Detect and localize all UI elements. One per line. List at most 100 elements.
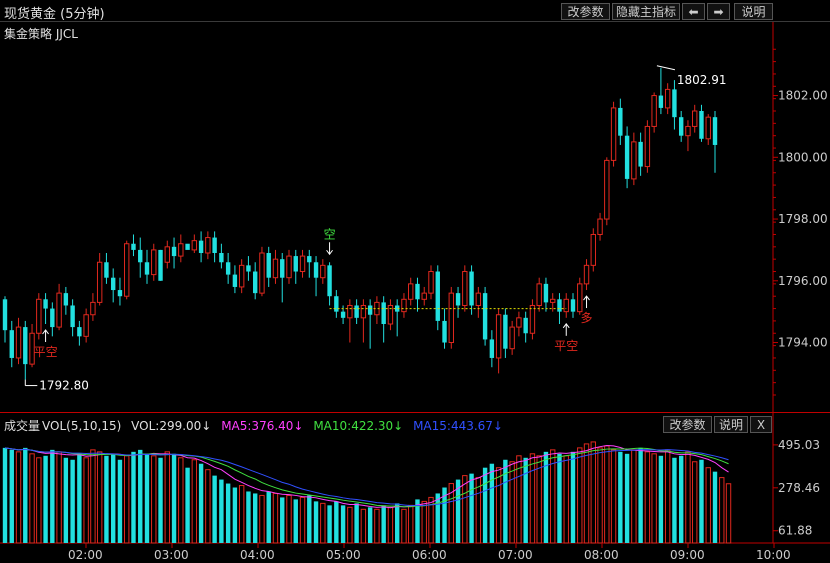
volume-bar — [124, 455, 130, 544]
volume-bar — [334, 501, 339, 543]
candle-body — [219, 253, 224, 263]
candle-body — [138, 249, 143, 263]
candle-body — [15, 326, 22, 359]
candle-body — [455, 293, 461, 306]
candle-body — [56, 292, 62, 328]
volume-bar — [2, 447, 8, 543]
candle-body — [529, 304, 536, 334]
candle-body — [9, 330, 14, 358]
candle-body — [563, 298, 569, 313]
volume-bar — [705, 467, 711, 544]
volume-bar — [590, 441, 596, 544]
candle-body — [401, 298, 407, 313]
volume-bar — [138, 449, 143, 543]
candle-body — [503, 314, 508, 349]
candle-body — [238, 264, 245, 288]
price-tick-label: 1796.00 — [778, 274, 828, 288]
candle-body — [334, 296, 339, 312]
volume-bar — [354, 503, 359, 543]
volume-bar — [381, 505, 386, 543]
volume-bar — [387, 506, 394, 544]
volume-tick-label: 278.46 — [778, 481, 820, 495]
candle-body — [610, 107, 617, 161]
candle-body — [185, 243, 190, 250]
candle-body — [225, 262, 231, 275]
candle-body — [280, 259, 285, 278]
candle-body — [178, 243, 184, 257]
volume-bar — [77, 453, 82, 543]
volume-bar — [509, 461, 515, 544]
candle-body — [685, 125, 691, 137]
volume-bar — [50, 449, 55, 543]
time-tick-label: 09:00 — [670, 548, 705, 562]
volume-bar — [238, 485, 245, 544]
candle-body — [415, 283, 420, 300]
volume-bar — [212, 475, 217, 543]
volume-bar — [23, 447, 28, 543]
volume-bar — [83, 457, 89, 544]
volume-bar — [712, 471, 718, 543]
candle-body — [678, 117, 684, 136]
volume-bar — [151, 455, 157, 544]
high-marker-line — [656, 65, 676, 71]
candle-body — [347, 304, 353, 319]
time-tick-label: 04:00 — [240, 548, 275, 562]
volume-tick-label: 495.03 — [778, 438, 820, 452]
candle-body — [354, 305, 359, 318]
candle-body — [77, 327, 82, 337]
volume-bar — [266, 491, 271, 543]
volume-bar — [563, 455, 569, 544]
candle-body — [259, 252, 265, 294]
time-tick-label: 08:00 — [584, 548, 619, 562]
signal-label: 空 — [324, 227, 336, 241]
candle-body — [509, 326, 515, 350]
volume-bar — [672, 457, 677, 543]
volume-bar — [664, 449, 671, 544]
candle-body — [570, 299, 576, 312]
volume-bar — [164, 451, 170, 544]
candle-body — [293, 256, 298, 272]
price-tick-label: 1802.00 — [778, 89, 828, 103]
volume-bar — [340, 505, 346, 543]
candle-body — [381, 302, 386, 324]
volume-bar — [225, 483, 231, 543]
volume-bar — [725, 483, 732, 544]
candlestick-chart: 1802.00 1800.00 1798.00 1796.00 1794.00 1802.… — [0, 22, 830, 562]
candle-body — [712, 117, 718, 145]
volume-bar — [232, 487, 238, 543]
volume-bar — [523, 457, 528, 543]
candle-body — [462, 271, 468, 306]
candle-body — [90, 301, 96, 316]
volume-bar — [96, 451, 103, 544]
volume-bar — [495, 467, 502, 544]
candle-body — [212, 237, 217, 253]
volume-bar — [604, 445, 610, 544]
volume-bar — [394, 503, 400, 543]
candle-body — [205, 237, 211, 254]
volume-bar — [678, 455, 684, 543]
candle-body — [83, 314, 89, 337]
candle-body — [495, 314, 502, 359]
volume-bar — [597, 447, 603, 544]
volume-bar — [658, 455, 664, 543]
volume-bar — [178, 457, 184, 544]
volume-bar — [70, 459, 75, 543]
volume-bar — [489, 463, 495, 543]
volume-bar — [280, 497, 285, 543]
candle-body — [624, 135, 630, 179]
volume-bar — [651, 453, 657, 544]
volume-bar — [36, 457, 42, 544]
candle-body — [198, 240, 204, 253]
volume-bar — [90, 449, 96, 544]
candle-body — [543, 283, 549, 303]
low-value-label: 1792.80 — [39, 379, 89, 393]
volume-bar — [293, 499, 298, 543]
signal-label: 平空 — [34, 345, 58, 359]
candle-body — [672, 89, 677, 118]
candle-body — [597, 218, 603, 235]
volume-bar — [144, 453, 150, 543]
candle-body — [171, 246, 177, 257]
volume-bar — [185, 467, 190, 543]
volume-tick-label: 61.88 — [778, 524, 812, 538]
volume-bar — [503, 459, 508, 543]
